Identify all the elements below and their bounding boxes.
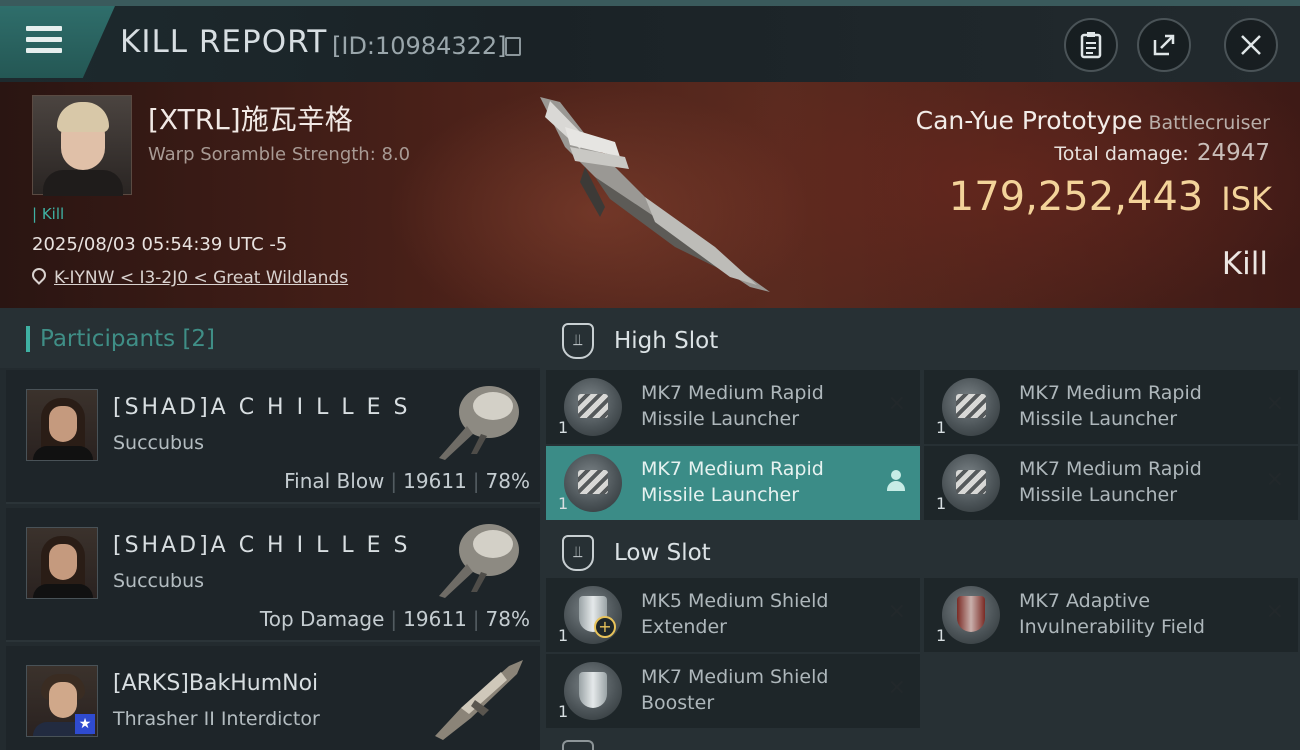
participant-row[interactable]: [SHAD]A C H I L L E S Succubus Final Blo… bbox=[6, 370, 540, 504]
module-name: MK7 Medium Shield Booster bbox=[641, 666, 829, 714]
module-name: MK5 Medium Shield Extender bbox=[641, 590, 829, 638]
plus-icon: + bbox=[594, 616, 616, 638]
module-item[interactable]: 1 MK7 Medium Rapid Missile Launcher ✕ bbox=[924, 370, 1298, 444]
participants-panel: Participants [2] [SHAD]A C H I L L E S S… bbox=[0, 308, 540, 750]
participant-row[interactable]: ★ [ARKS]BakHumNoi Thrasher II Interdicto… bbox=[6, 646, 540, 750]
module-item[interactable]: 1 MK7 Adaptive Invulnerability Field ✕ bbox=[924, 578, 1298, 652]
missile-launcher-icon bbox=[942, 378, 1000, 436]
module-item[interactable]: + 1 MK5 Medium Shield Extender ✕ bbox=[546, 578, 920, 652]
share-button[interactable] bbox=[1137, 18, 1191, 72]
module-name: MK7 Medium Rapid Missile Launcher bbox=[1019, 382, 1202, 430]
clipboard-icon bbox=[1080, 32, 1102, 59]
avatar bbox=[26, 527, 98, 599]
location-pin-icon bbox=[29, 265, 49, 285]
low-slot-icon: ⫫ bbox=[562, 535, 594, 571]
page-title: KILL REPORT bbox=[120, 24, 328, 60]
victim-ship-image bbox=[540, 97, 770, 292]
participant-ship-image bbox=[435, 660, 523, 740]
top-strip bbox=[0, 0, 1300, 6]
kill-datetime: 2025/08/03 05:54:39 UTC -5 bbox=[32, 234, 288, 255]
star-icon: ★ bbox=[75, 714, 95, 734]
destroyed-icon: ✕ bbox=[1265, 468, 1284, 493]
high-slot-header: ⫫ High Slot bbox=[540, 308, 1300, 374]
participants-header: Participants [2] bbox=[0, 308, 540, 368]
close-button[interactable] bbox=[1224, 18, 1278, 72]
invulnerability-field-icon bbox=[942, 586, 1000, 644]
participant-ship: Succubus bbox=[113, 432, 205, 454]
module-name: MK7 Adaptive Invulnerability Field bbox=[1019, 590, 1205, 638]
victim-name[interactable]: [XTRL]施瓦辛格 bbox=[148, 98, 353, 138]
missile-launcher-icon bbox=[942, 454, 1000, 512]
kill-tag: | Kill bbox=[32, 205, 65, 223]
isk-value: 179,252,443 ISK bbox=[948, 174, 1272, 220]
participant-name: [ARKS]BakHumNoi bbox=[113, 671, 319, 696]
high-slot-icon: ⫫ bbox=[562, 323, 594, 359]
total-damage: Total damage: 24947 bbox=[1054, 140, 1270, 166]
report-id: [ID:10984322] bbox=[332, 32, 507, 60]
module-name: MK7 Medium Rapid Missile Launcher bbox=[1019, 458, 1202, 506]
copy-icon[interactable] bbox=[505, 37, 521, 56]
top-bar: KILL REPORT [ID:10984322] bbox=[0, 0, 1300, 82]
avatar: ★ bbox=[26, 665, 98, 737]
victim-ship-name[interactable]: Can-Yue Prototype Battlecruiser bbox=[916, 106, 1270, 135]
participant-name: [SHAD]A C H I L L E S bbox=[113, 395, 411, 420]
destroyed-icon: ✕ bbox=[1265, 600, 1284, 625]
participant-stats: Top Damage | 19611 | 78% bbox=[259, 607, 530, 631]
clipboard-button[interactable] bbox=[1064, 18, 1118, 72]
menu-button[interactable] bbox=[0, 6, 115, 78]
participant-ship: Succubus bbox=[113, 570, 205, 592]
module-item-selected[interactable]: 1 MK7 Medium Rapid Missile Launcher bbox=[546, 446, 920, 520]
participant-row[interactable]: [SHAD]A C H I L L E S Succubus Top Damag… bbox=[6, 508, 540, 642]
result-label: Kill bbox=[1221, 246, 1268, 282]
participant-ship: Thrasher II Interdictor bbox=[113, 708, 320, 730]
victim-summary: [XTRL]施瓦辛格 Warp Soramble Strength: 8.0 |… bbox=[0, 82, 1300, 308]
mid-slot-icon bbox=[562, 740, 594, 750]
location-link[interactable]: K-IYNW < I3-2J0 < Great Wildlands bbox=[54, 268, 348, 288]
participant-name: [SHAD]A C H I L L E S bbox=[113, 533, 411, 558]
fitting-panel: ⫫ High Slot 1 MK7 Medium Rapid Missile L… bbox=[540, 308, 1300, 750]
hamburger-icon bbox=[26, 26, 62, 59]
close-icon bbox=[1241, 35, 1261, 55]
missile-launcher-icon bbox=[564, 454, 622, 512]
low-slot-header: ⫫ Low Slot bbox=[540, 520, 1300, 586]
participant-ship-image bbox=[439, 524, 519, 598]
destroyed-icon: ✕ bbox=[887, 676, 906, 701]
shield-booster-icon bbox=[564, 662, 622, 720]
participant-ship-image bbox=[439, 386, 519, 460]
person-icon bbox=[886, 470, 906, 494]
destroyed-icon: ✕ bbox=[1265, 392, 1284, 417]
scramble-strength: Warp Soramble Strength: 8.0 bbox=[148, 144, 411, 165]
module-item[interactable]: 1 MK7 Medium Rapid Missile Launcher ✕ bbox=[924, 446, 1298, 520]
participant-stats: Final Blow | 19611 | 78% bbox=[284, 469, 530, 493]
module-item[interactable]: 1 MK7 Medium Rapid Missile Launcher ✕ bbox=[546, 370, 920, 444]
missile-launcher-icon bbox=[564, 378, 622, 436]
victim-portrait[interactable] bbox=[32, 95, 132, 196]
destroyed-icon: ✕ bbox=[887, 392, 906, 417]
module-name: MK7 Medium Rapid Missile Launcher bbox=[641, 458, 824, 506]
avatar bbox=[26, 389, 98, 461]
module-name: MK7 Medium Rapid Missile Launcher bbox=[641, 382, 824, 430]
destroyed-icon: ✕ bbox=[887, 600, 906, 625]
module-item[interactable]: 1 MK7 Medium Shield Booster ✕ bbox=[546, 654, 920, 728]
share-icon bbox=[1153, 34, 1175, 56]
shield-extender-icon bbox=[564, 586, 622, 644]
